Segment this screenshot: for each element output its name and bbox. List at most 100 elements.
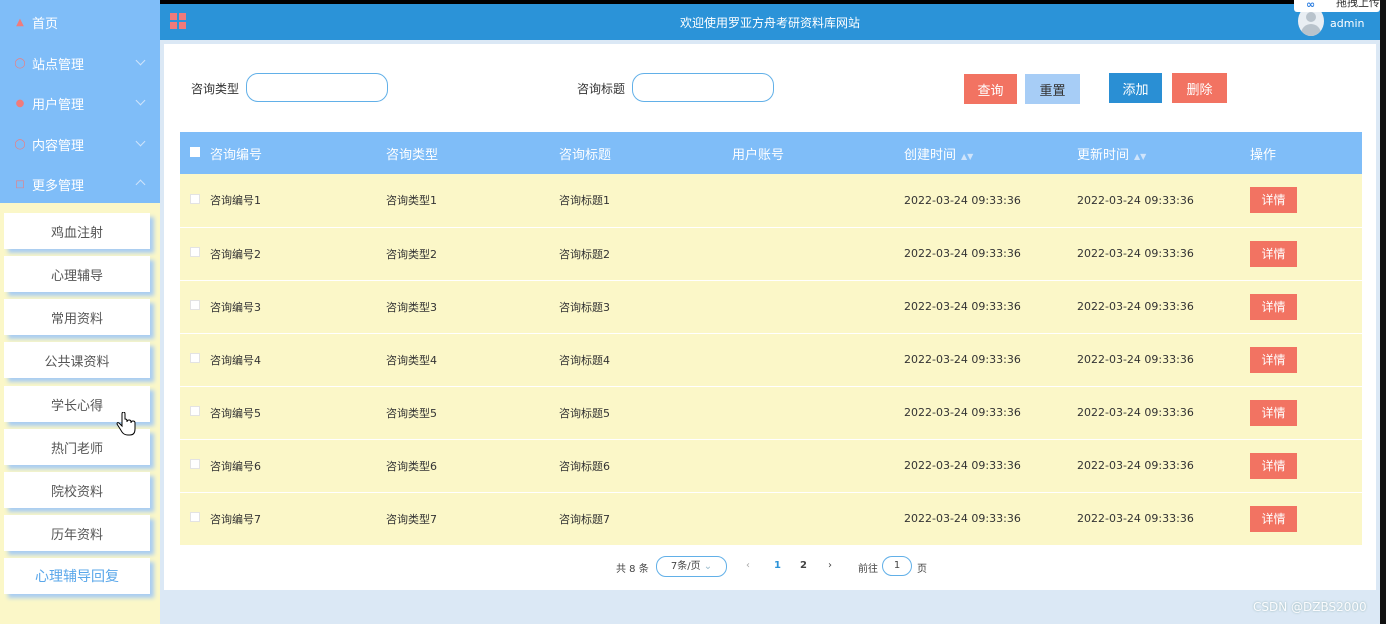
table-cell-no: 咨询编号7 (210, 492, 386, 546)
sidebar-item-site-management[interactable]: ◯ 站点管理 (0, 43, 160, 83)
table-cell-title: 咨询标题6 (559, 439, 732, 493)
column-header-sortable[interactable]: 创建时间 ▲▼ (904, 132, 1077, 174)
table-cell-title: 咨询标题4 (559, 333, 732, 387)
submenu-item-common-materials[interactable]: 常用资料 (4, 299, 150, 335)
submenu-item-past-materials[interactable]: 历年资料 (4, 515, 150, 551)
goto-page-input[interactable]: 1 (882, 556, 912, 576)
table-cell-title: 咨询标题3 (559, 280, 732, 334)
add-button[interactable]: 添加 (1109, 73, 1162, 103)
delete-button[interactable]: 删除 (1172, 73, 1227, 103)
table-cell-type: 咨询类型4 (386, 333, 559, 387)
table-cell-no: 咨询编号1 (210, 174, 386, 228)
column-header: 咨询标题 (559, 132, 732, 174)
type-search-input[interactable] (246, 73, 388, 102)
clock-icon: ◯ (14, 138, 26, 150)
sort-icon[interactable]: ▲▼ (1134, 152, 1146, 161)
submenu-item-motivation[interactable]: 鸡血注射 (4, 213, 150, 249)
sidebar-item-more-management[interactable]: □ 更多管理 (0, 164, 160, 204)
detail-button[interactable]: 详情 (1250, 187, 1297, 214)
table-cell-updated: 2022-03-24 09:33:36 (1077, 492, 1250, 546)
page-suffix: 页 (917, 564, 927, 575)
chevron-down-icon (135, 95, 146, 106)
table-cell-updated: 2022-03-24 09:33:36 (1077, 174, 1250, 228)
pagination: 共 8 条 7条/页 ⌄ ‹ 1 2 › 前往 1 页 (164, 555, 1376, 579)
table-row: 咨询编号7 咨询类型7 咨询标题7 2022-03-24 09:33:36 2022-0… (180, 492, 1362, 546)
table-cell-account (732, 492, 904, 546)
table-cell-updated: 2022-03-24 09:33:36 (1077, 439, 1250, 493)
sidebar-item-content-management[interactable]: ◯ 内容管理 (0, 124, 160, 164)
sidebar-item-user-management[interactable]: ● 用户管理 (0, 83, 160, 123)
table-cell-type: 咨询类型1 (386, 174, 559, 228)
select-all-checkbox[interactable] (190, 146, 200, 157)
row-checkbox[interactable] (190, 353, 200, 363)
table-cell-account (732, 386, 904, 440)
table-cell-created: 2022-03-24 09:33:36 (904, 280, 1077, 334)
detail-button[interactable]: 详情 (1250, 346, 1297, 373)
table-cell-no: 咨询编号3 (210, 280, 386, 334)
table-cell-title: 咨询标题1 (559, 174, 732, 228)
reset-button[interactable]: 重置 (1025, 74, 1080, 104)
watermark: CSDN @DZBS2000 (1253, 600, 1367, 614)
table-cell-title: 咨询标题5 (559, 386, 732, 440)
submenu-item-public-course-materials[interactable]: 公共课资料 (4, 342, 150, 378)
book-icon: □ (15, 178, 25, 190)
hand-cursor-icon (116, 412, 136, 436)
detail-button[interactable]: 详情 (1250, 240, 1297, 267)
prev-page-icon[interactable]: ‹ (746, 560, 750, 571)
table-cell-title: 咨询标题7 (559, 492, 732, 546)
page-number[interactable]: 1 (774, 560, 781, 571)
submenu-item-school-materials[interactable]: 院校资料 (4, 472, 150, 508)
table-cell-type: 咨询类型6 (386, 439, 559, 493)
table-row: 咨询编号3 咨询类型3 咨询标题3 2022-03-24 09:33:36 2022-0… (180, 280, 1362, 334)
table-cell-type: 咨询类型2 (386, 227, 559, 281)
sidebar-item-label: 站点管理 (32, 57, 85, 73)
chevron-down-icon: ⌄ (703, 561, 713, 572)
row-checkbox[interactable] (190, 193, 200, 204)
submenu-item-counseling[interactable]: 心理辅导 (4, 256, 150, 292)
detail-button[interactable]: 详情 (1250, 293, 1297, 320)
table-cell-created: 2022-03-24 09:33:36 (904, 439, 1077, 493)
row-checkbox[interactable] (190, 512, 200, 522)
sidebar-item-home[interactable]: ▲ 首页 (0, 2, 160, 42)
user-icon: ● (15, 97, 25, 109)
cloud-icon: ∞ (1306, 0, 1316, 11)
table-cell-created: 2022-03-24 09:33:36 (904, 386, 1077, 440)
table-cell-no: 咨询编号6 (210, 439, 386, 493)
column-header: 咨询类型 (386, 132, 559, 174)
sort-icon[interactable]: ▲▼ (961, 152, 973, 161)
detail-button[interactable]: 详情 (1250, 452, 1297, 479)
table-cell-type: 咨询类型7 (386, 492, 559, 546)
page-size-select[interactable]: 7条/页 ⌄ (656, 556, 727, 577)
table-cell-no: 咨询编号5 (210, 386, 386, 440)
chevron-down-icon (135, 136, 146, 147)
table-cell-account (732, 333, 904, 387)
row-checkbox[interactable] (190, 247, 200, 257)
row-checkbox[interactable] (190, 300, 200, 310)
content-panel: 咨询类型 咨询标题 查询 重置 添加 删除 咨询编号 咨询类型 咨询标题 用户账… (164, 44, 1376, 590)
title-search-input[interactable] (632, 73, 774, 102)
table-cell-account (732, 439, 904, 493)
consultation-table: 咨询编号 咨询类型 咨询标题 用户账号 创建时间 ▲▼ 更新时间 ▲▼ 操作 咨询编… (180, 132, 1362, 546)
detail-button[interactable]: 详情 (1250, 505, 1297, 532)
column-header: 操作 (1250, 132, 1362, 174)
detail-button[interactable]: 详情 (1250, 399, 1297, 426)
type-label: 咨询类型 (191, 82, 240, 96)
submenu-item-counseling-reply[interactable]: 心理辅导回复 (4, 558, 150, 594)
table-cell-created: 2022-03-24 09:33:36 (904, 492, 1077, 546)
next-page-icon[interactable]: › (828, 560, 832, 571)
sidebar-item-label: 首页 (32, 16, 59, 32)
table-row: 咨询编号6 咨询类型6 咨询标题6 2022-03-24 09:33:36 2022-0… (180, 439, 1362, 493)
table-row: 咨询编号2 咨询类型2 咨询标题2 2022-03-24 09:33:36 2022-0… (180, 227, 1362, 281)
row-checkbox[interactable] (190, 459, 200, 469)
username[interactable]: admin (1330, 17, 1364, 30)
table-cell-account (732, 280, 904, 334)
column-header: 咨询编号 (210, 132, 386, 174)
page-number[interactable]: 2 (800, 560, 807, 571)
title-label: 咨询标题 (577, 82, 626, 96)
query-button[interactable]: 查询 (964, 74, 1017, 104)
total-count: 共 8 条 (616, 564, 649, 575)
table-cell-updated: 2022-03-24 09:33:36 (1077, 280, 1250, 334)
table-cell-type: 咨询类型3 (386, 280, 559, 334)
column-header-sortable[interactable]: 更新时间 ▲▼ (1077, 132, 1250, 174)
row-checkbox[interactable] (190, 406, 200, 416)
